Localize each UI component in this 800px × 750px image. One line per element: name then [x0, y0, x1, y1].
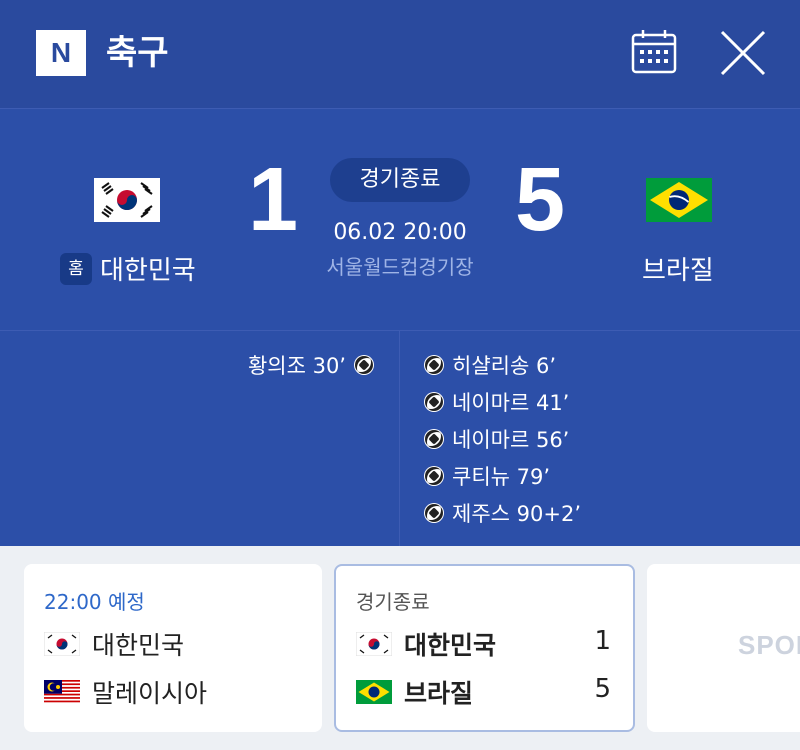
goal-scorer: 황의조 30’: [247, 354, 346, 378]
home-team-name: 대한민국: [100, 256, 196, 286]
goal-scorer: 네이마르 41’: [452, 391, 570, 415]
match-card-team: 대한민국: [44, 626, 184, 662]
match-card-team: 말레이시아: [44, 674, 207, 710]
home-goal-event: 황의조 30’: [248, 350, 374, 380]
team-name: 말레이시아: [92, 679, 208, 708]
match-card-team: 대한민국: [356, 626, 496, 662]
soccer-ball-icon: [424, 466, 444, 486]
team-score: 5: [594, 674, 611, 704]
away-goal-event: 네이마르 56’: [424, 424, 569, 454]
team-name: 브라질: [404, 679, 474, 708]
goal-scorer: 네이마르 56’: [452, 428, 570, 452]
app-header: N 축구: [0, 0, 800, 108]
away-goal-event: 제주스 90+2’: [424, 498, 581, 528]
goal-scorer: 히샬리송 6’: [452, 354, 556, 378]
match-status-badge: 경기종료: [330, 158, 470, 202]
close-icon[interactable]: [718, 28, 768, 78]
goal-scorer: 제주스 90+2’: [452, 502, 581, 526]
soccer-ball-icon: [424, 355, 444, 375]
sponsor-logo: SPON: [738, 630, 800, 660]
events-divider: [399, 330, 400, 546]
south-korea-flag: [356, 632, 392, 656]
match-card[interactable]: 22:00 예정 대한민국 말레이시아: [24, 564, 322, 732]
match-datetime: 06.02 20:00: [333, 220, 467, 245]
home-badge: 홈: [60, 252, 92, 285]
goal-events: [0, 330, 800, 546]
away-goal-event: 네이마르 41’: [424, 387, 569, 417]
soccer-ball-icon: [424, 429, 444, 449]
calendar-icon[interactable]: [630, 28, 678, 76]
page-title: 축구: [106, 33, 169, 73]
away-team-name: 브라질: [642, 256, 714, 286]
team-name: 대한민국: [404, 631, 497, 660]
match-card-status: 22:00 예정: [44, 590, 145, 614]
goal-scorer: 쿠티뉴 79’: [452, 465, 551, 489]
match-card-status: 경기종료: [356, 590, 430, 614]
soccer-ball-icon: [424, 503, 444, 523]
south-korea-flag: [44, 632, 80, 656]
match-card-selected[interactable]: 경기종료 대한민국 1 브라질 5: [334, 564, 635, 732]
home-score: 1: [248, 150, 299, 250]
home-team[interactable]: 홈 대한민국: [60, 250, 196, 287]
away-goal-event: 히샬리송 6’: [424, 350, 556, 380]
south-korea-flag: [94, 178, 160, 222]
team-name: 대한민국: [92, 631, 185, 660]
soccer-ball-icon: [354, 355, 374, 375]
brazil-flag: [646, 178, 712, 222]
naver-logo[interactable]: N: [36, 30, 86, 76]
away-score: 5: [515, 150, 566, 250]
malaysia-flag: [44, 680, 80, 704]
brazil-flag: [356, 680, 392, 704]
away-goal-event: 쿠티뉴 79’: [424, 461, 550, 491]
team-score: 1: [594, 626, 611, 656]
match-card-team: 브라질: [356, 674, 473, 710]
away-team[interactable]: 브라질: [642, 250, 714, 287]
soccer-ball-icon: [424, 392, 444, 412]
match-venue: 서울월드컵경기장: [326, 255, 474, 279]
